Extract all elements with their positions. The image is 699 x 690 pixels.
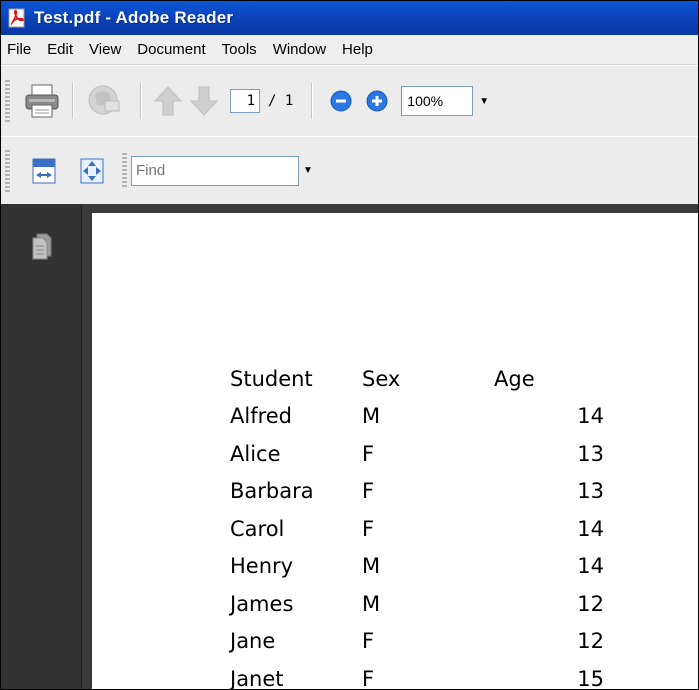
window-title: Test.pdf - Adobe Reader: [34, 8, 234, 27]
menu-bar: File Edit View Document Tools Window Hel…: [1, 35, 698, 65]
student-table: Student Sex Age Alfred M 14 Alice F 13 B…: [230, 360, 604, 690]
print-icon: [25, 84, 59, 118]
cell-age: 14: [577, 554, 604, 579]
menu-view[interactable]: View: [81, 35, 129, 64]
cell-sex: F: [362, 479, 375, 504]
cell-sex: F: [362, 516, 375, 541]
toolbar-separator: [140, 83, 142, 119]
cell-sex: M: [362, 554, 381, 579]
email-icon: [88, 85, 120, 115]
table-row: Jane F 12: [230, 623, 604, 661]
zoom-out-button[interactable]: [323, 90, 359, 112]
cell-age: 13: [577, 479, 604, 504]
table-row: Carol F 14: [230, 510, 604, 548]
cell-age: 14: [577, 404, 604, 429]
pdf-page: Student Sex Age Alfred M 14 Alice F 13 B…: [92, 213, 698, 689]
fit-page-button[interactable]: [68, 157, 116, 185]
page-total-label: / 1: [268, 93, 294, 109]
cell-student: Janet: [230, 666, 284, 690]
zoom-level-input[interactable]: 100%: [401, 86, 474, 116]
cell-student: Carol: [230, 516, 285, 541]
table-row: Janet F 15: [230, 660, 604, 690]
header-sex: Sex: [362, 366, 401, 391]
cell-age: 15: [577, 666, 604, 690]
view-toolbar: ▼: [1, 136, 698, 205]
adobe-reader-window: Test.pdf - Adobe Reader File Edit View D…: [0, 0, 699, 690]
next-page-button[interactable]: [186, 85, 222, 117]
pages-icon[interactable]: [31, 232, 53, 260]
zoom-out-icon: [330, 90, 352, 112]
toolbar-separator: [311, 83, 314, 119]
cell-student: Henry: [230, 554, 294, 579]
table-row: Barbara F 13: [230, 473, 604, 511]
navigation-panel: [1, 204, 82, 689]
document-viewer: Student Sex Age Alfred M 14 Alice F 13 B…: [1, 204, 698, 689]
table-row: Henry M 14: [230, 548, 604, 586]
menu-window[interactable]: Window: [265, 35, 334, 64]
table-header-row: Student Sex Age: [230, 360, 604, 398]
menu-help[interactable]: Help: [334, 35, 381, 64]
email-button[interactable]: [82, 83, 126, 119]
cell-student: Barbara: [230, 479, 314, 504]
find-dropdown-arrow-icon[interactable]: ▼: [303, 165, 313, 176]
cell-age: 12: [577, 591, 604, 616]
fit-width-icon: [32, 158, 56, 183]
cell-student: Alfred: [230, 404, 293, 429]
cell-age: 13: [577, 441, 604, 466]
menu-document[interactable]: Document: [129, 35, 213, 64]
cell-sex: M: [362, 404, 381, 429]
fit-page-icon: [80, 158, 104, 183]
zoom-dropdown-arrow-icon[interactable]: ▼: [479, 96, 489, 107]
cell-sex: F: [362, 666, 375, 690]
menu-edit[interactable]: Edit: [39, 35, 81, 64]
menu-file[interactable]: File: [1, 35, 39, 64]
find-input[interactable]: [131, 155, 299, 186]
next-page-icon: [189, 86, 219, 116]
cell-sex: F: [362, 441, 375, 466]
cell-student: James: [230, 591, 294, 616]
previous-page-icon: [153, 86, 183, 116]
header-student: Student: [230, 366, 313, 391]
menu-tools[interactable]: Tools: [214, 35, 265, 64]
adobe-reader-icon: [8, 8, 25, 28]
cell-sex: M: [362, 591, 381, 616]
toolbar-grip[interactable]: [5, 149, 10, 192]
toolbar-separator: [72, 83, 74, 119]
toolbar-grip[interactable]: [5, 80, 10, 122]
toolbar-grip[interactable]: [122, 152, 127, 189]
cell-age: 12: [577, 629, 604, 654]
cell-student: Alice: [230, 441, 281, 466]
zoom-in-button[interactable]: [359, 90, 395, 112]
zoom-in-icon: [366, 90, 388, 112]
page-number-input[interactable]: 1: [230, 89, 260, 113]
file-toolbar: 1 / 1 100% ▼: [1, 65, 698, 137]
cell-sex: F: [362, 629, 375, 654]
table-row: James M 12: [230, 585, 604, 623]
fit-width-button[interactable]: [20, 157, 68, 185]
cell-age: 14: [577, 516, 604, 541]
previous-page-button[interactable]: [150, 85, 186, 117]
table-row: Alfred M 14: [230, 398, 604, 436]
header-age: Age: [494, 366, 535, 391]
table-row: Alice F 13: [230, 435, 604, 473]
print-button[interactable]: [20, 83, 64, 119]
cell-student: Jane: [230, 629, 276, 654]
title-bar[interactable]: Test.pdf - Adobe Reader: [1, 1, 698, 35]
